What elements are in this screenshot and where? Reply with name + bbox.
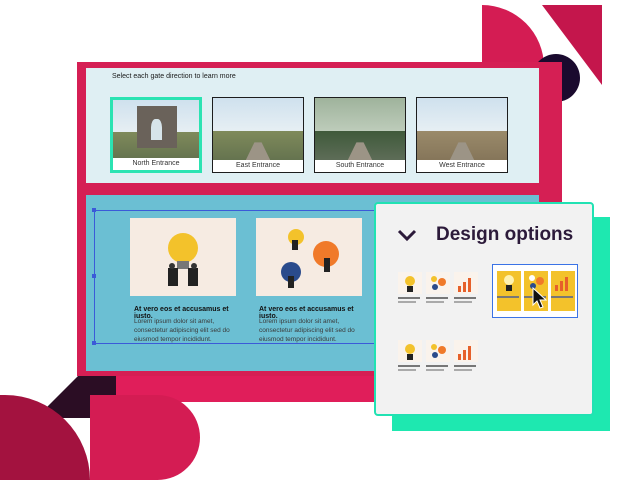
gate-card-south[interactable]: South Entrance <box>314 97 406 173</box>
design-options-title: Design options <box>436 224 574 245</box>
chevron-down-icon[interactable] <box>397 228 417 242</box>
ideas-illustration <box>256 218 362 296</box>
cursor-icon <box>532 287 548 309</box>
gate-label: West Entrance <box>417 160 507 172</box>
gate-selector-title: Select each gate direction to learn more <box>112 73 236 80</box>
card-body: Lorem ipsum dolor sit amet, consectetur … <box>134 318 230 343</box>
lightbulb-icon <box>168 233 198 286</box>
gate-card-north[interactable]: North Entrance <box>110 97 202 173</box>
gate-label: East Entrance <box>213 160 303 172</box>
design-option-3[interactable] <box>396 336 482 390</box>
ideas-icon <box>281 229 339 288</box>
lightbulb-illustration <box>130 218 236 296</box>
selection-handle[interactable] <box>92 341 96 345</box>
card-body: Lorem ipsum dolor sit amet, consectetur … <box>259 318 355 343</box>
selection-handle[interactable] <box>92 208 96 212</box>
decorative-shape <box>90 395 200 480</box>
gate-label: North Entrance <box>113 158 199 170</box>
gate-label: South Entrance <box>315 160 405 172</box>
gate-card-west[interactable]: West Entrance <box>416 97 508 173</box>
gate-card-east[interactable]: East Entrance <box>212 97 304 173</box>
selection-handle[interactable] <box>92 274 96 278</box>
stone-arch-image <box>137 105 177 148</box>
design-option-1[interactable] <box>396 268 482 322</box>
